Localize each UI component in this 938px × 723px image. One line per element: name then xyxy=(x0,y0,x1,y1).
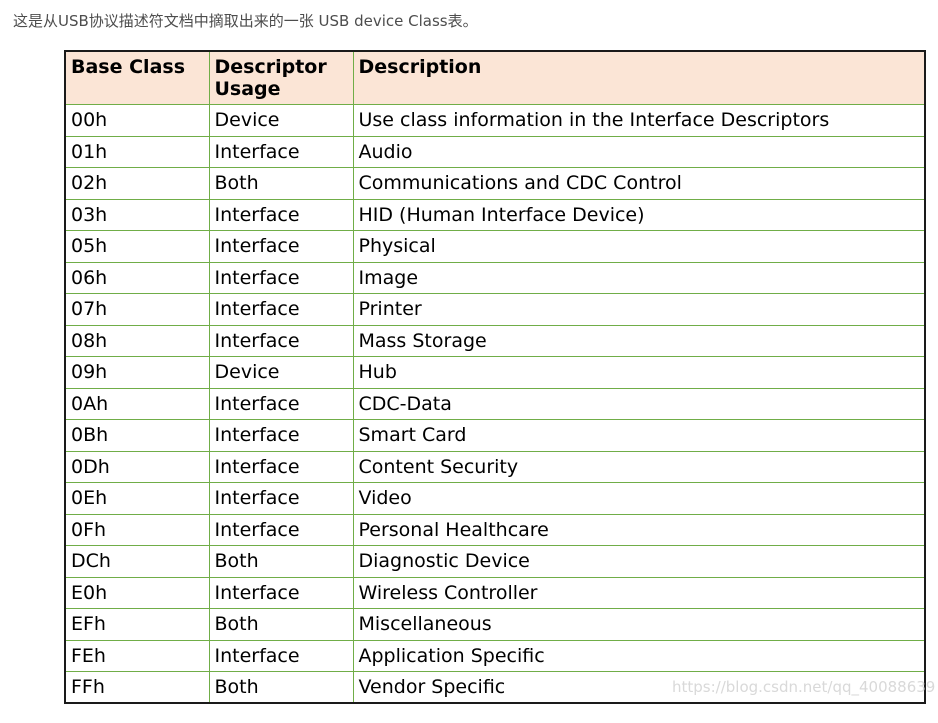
cell-descriptor-usage: Interface xyxy=(208,230,353,263)
cell-description: Communications and CDC Control xyxy=(352,167,925,200)
cell-base-class: 00h xyxy=(65,104,209,137)
table-row: 05h Interface Physical xyxy=(65,230,925,263)
cell-description: Physical xyxy=(352,230,925,263)
cell-base-class: 0Fh xyxy=(65,514,209,546)
cell-description: Content Security xyxy=(352,451,925,483)
cell-base-class: FEh xyxy=(65,640,209,672)
table-row: DCh Both Diagnostic Device xyxy=(65,545,925,578)
cell-descriptor-usage: Interface xyxy=(208,199,353,231)
header-description: Description xyxy=(352,51,925,105)
cell-description: Application Specific xyxy=(352,640,925,672)
cell-description: Use class information in the Interface D… xyxy=(352,104,925,137)
cell-description: Audio xyxy=(352,136,925,168)
table-row: 0Ah Interface CDC-Data xyxy=(65,388,925,420)
cell-base-class: 09h xyxy=(65,356,209,389)
table-row: EFh Both Miscellaneous xyxy=(65,608,925,641)
table-row: 00h Device Use class information in the In… xyxy=(65,104,925,137)
table-row: 01h Interface Audio xyxy=(65,136,925,168)
cell-description: Miscellaneous xyxy=(352,608,925,641)
cell-description: Personal Healthcare xyxy=(352,514,925,546)
cell-base-class: 05h xyxy=(65,230,209,263)
cell-descriptor-usage: Both xyxy=(208,167,353,200)
cell-base-class: 06h xyxy=(65,262,209,294)
cell-descriptor-usage: Interface xyxy=(208,388,353,420)
table-body: 00h Device Use class information in the In… xyxy=(65,104,925,703)
cell-description: Hub xyxy=(352,356,925,389)
table-row: 03h Interface HID (Human Interface Device) xyxy=(65,199,925,231)
header-base-class: Base Class xyxy=(65,51,209,105)
cell-description: Diagnostic Device xyxy=(352,545,925,578)
cell-descriptor-usage: Both xyxy=(208,608,353,641)
cell-descriptor-usage: Both xyxy=(208,545,353,578)
cell-descriptor-usage: Interface xyxy=(208,262,353,294)
cell-base-class: FFh xyxy=(71,676,105,698)
table-row: 08h Interface Mass Storage xyxy=(65,325,925,357)
table-row: 0Dh Interface Content Security xyxy=(65,451,925,483)
cell-description: Smart Card xyxy=(352,419,925,452)
cell-base-class: 0Dh xyxy=(65,451,209,483)
cell-description: Image xyxy=(352,262,925,294)
table-row: 09h Device Hub xyxy=(65,356,925,389)
table-row: FEh Interface Application Specific xyxy=(65,640,925,672)
cell-descriptor-usage: Both xyxy=(208,671,353,703)
watermark-text: https://blog.csdn.net/qq_40088639 xyxy=(672,678,936,696)
table-row: 06h Interface Image xyxy=(65,262,925,294)
cell-base-class: 07h xyxy=(65,293,209,326)
cell-base-class: 02h xyxy=(65,167,209,200)
cell-descriptor-usage: Device xyxy=(208,104,353,137)
cell-base-class: 0Ah xyxy=(65,388,209,420)
cell-base-class: 0Eh xyxy=(65,482,209,515)
cell-base-class: 0Bh xyxy=(65,419,209,452)
cell-base-class: DCh xyxy=(65,545,209,578)
table-row: 0Fh Interface Personal Healthcare xyxy=(65,514,925,546)
table-row: 0Bh Interface Smart Card xyxy=(65,419,925,452)
cell-base-class: 08h xyxy=(65,325,209,357)
cell-base-class: E0h xyxy=(65,577,209,609)
cell-base-class: EFh xyxy=(65,608,209,641)
usb-device-class-table: Base Class Descriptor Usage Description … xyxy=(64,50,926,704)
cell-descriptor-usage: Interface xyxy=(208,451,353,483)
cell-descriptor-usage: Interface xyxy=(208,514,353,546)
table-row: 0Eh Interface Video xyxy=(65,482,925,515)
cell-descriptor-usage: Interface xyxy=(208,419,353,452)
cell-descriptor-usage: Interface xyxy=(208,325,353,357)
cell-description: HID (Human Interface Device) xyxy=(352,199,925,231)
table-row: 02h Both Communications and CDC Control xyxy=(65,167,925,200)
table-row: E0h Interface Wireless Controller xyxy=(65,577,925,609)
cell-descriptor-usage: Interface xyxy=(208,640,353,672)
table-header-row: Base Class Descriptor Usage Description xyxy=(65,51,925,105)
cell-description: Video xyxy=(352,482,925,515)
intro-text: 这是从USB协议描述符文档中摘取出来的一张 USB device Class表。 xyxy=(13,12,478,30)
cell-descriptor-usage: Interface xyxy=(208,293,353,326)
table-row: 07h Interface Printer xyxy=(65,293,925,326)
cell-description: CDC-Data xyxy=(352,388,925,420)
cell-descriptor-usage: Interface xyxy=(208,136,353,168)
cell-base-class: 01h xyxy=(65,136,209,168)
cell-base-class: 03h xyxy=(65,199,209,231)
cell-descriptor-usage: Interface xyxy=(208,577,353,609)
cell-descriptor-usage: Device xyxy=(208,356,353,389)
header-descriptor-usage: Descriptor Usage xyxy=(208,51,353,105)
cell-description: Printer xyxy=(352,293,925,326)
cell-description: Wireless Controller xyxy=(352,577,925,609)
cell-description: Mass Storage xyxy=(352,325,925,357)
cell-descriptor-usage: Interface xyxy=(208,482,353,515)
